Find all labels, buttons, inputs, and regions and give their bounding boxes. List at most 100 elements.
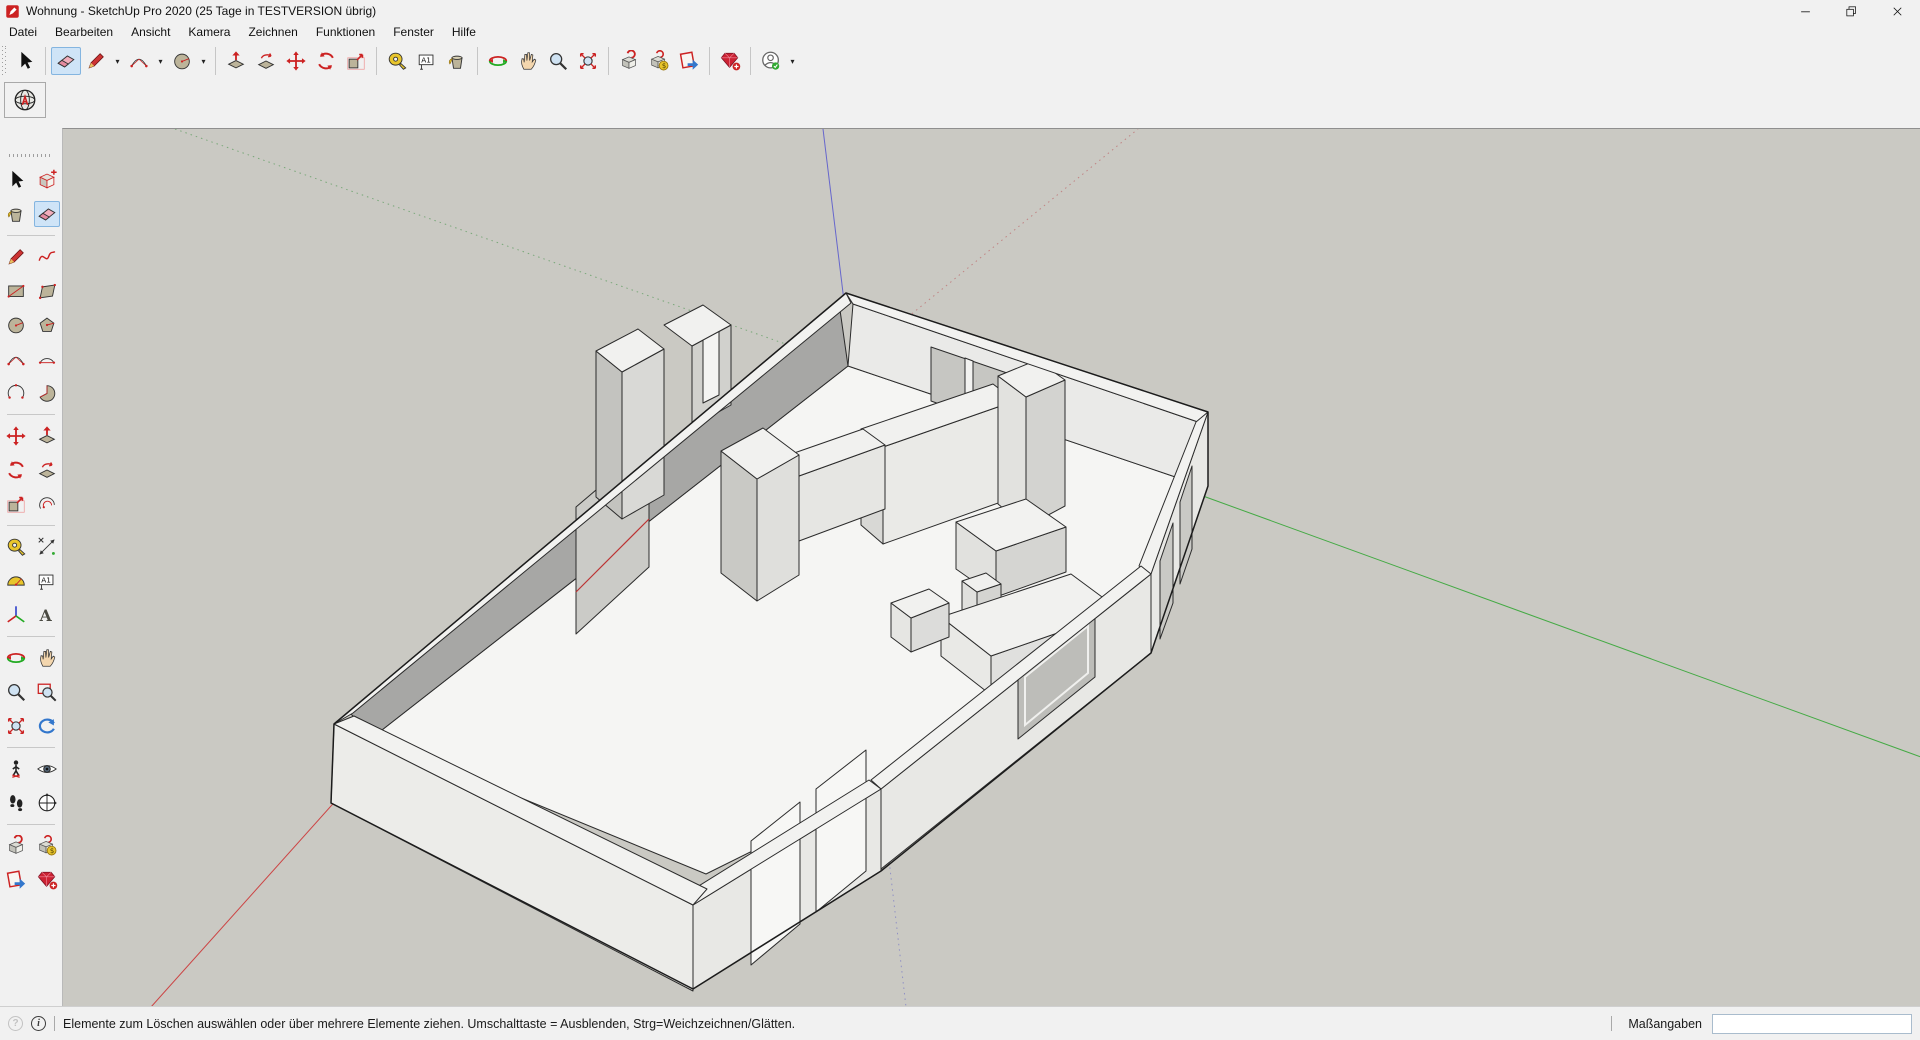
menu-hilfe[interactable]: Hilfe: [443, 23, 485, 41]
scale-button[interactable]: [341, 47, 371, 75]
tape-measure-icon: [386, 50, 408, 72]
zoom-window-button[interactable]: [34, 679, 60, 705]
arc-dropdown[interactable]: ▾: [154, 47, 167, 75]
3d-warehouse-button[interactable]: [3, 833, 29, 859]
share-model-button[interactable]: [644, 47, 674, 75]
toolbar-separator: [7, 414, 55, 415]
rotated-rectangle-button[interactable]: [34, 278, 60, 304]
walk-button[interactable]: [3, 790, 29, 816]
line-button[interactable]: [81, 47, 111, 75]
menu-datei[interactable]: Datei: [0, 23, 46, 41]
share-model-button[interactable]: [34, 833, 60, 859]
rotate-button[interactable]: [311, 47, 341, 75]
select-button[interactable]: [10, 47, 40, 75]
circle-dropdown[interactable]: ▾: [197, 47, 210, 75]
tape-measure-button[interactable]: [3, 534, 29, 560]
three-point-arc-button[interactable]: [3, 380, 29, 406]
zoom-button[interactable]: [543, 47, 573, 75]
freehand-button[interactable]: [34, 244, 60, 270]
tape-measure-button[interactable]: [382, 47, 412, 75]
menu-fenster[interactable]: Fenster: [384, 23, 443, 41]
toolbar-grip[interactable]: [2, 46, 6, 76]
circle-button[interactable]: [167, 47, 197, 75]
pan-button[interactable]: [513, 47, 543, 75]
orbit-button[interactable]: [483, 47, 513, 75]
model-viewport[interactable]: [62, 128, 1920, 1006]
toolbar-row: [0, 752, 62, 786]
move-button[interactable]: [281, 47, 311, 75]
text-button[interactable]: [412, 47, 442, 75]
3d-text-button[interactable]: [34, 602, 60, 628]
close-button[interactable]: [1874, 0, 1920, 22]
rotated-rectangle-icon: [36, 280, 58, 302]
zoom-window-icon: [36, 681, 58, 703]
line-button[interactable]: [3, 244, 29, 270]
line-dropdown[interactable]: ▾: [111, 47, 124, 75]
eraser-button[interactable]: [34, 201, 60, 227]
menu-ansicht[interactable]: Ansicht: [122, 23, 179, 41]
menu-bearbeiten[interactable]: Bearbeiten: [46, 23, 122, 41]
pie-button[interactable]: [34, 380, 60, 406]
section-plane-button[interactable]: [34, 790, 60, 816]
protractor-button[interactable]: [3, 568, 29, 594]
polygon-button[interactable]: [34, 312, 60, 338]
rotate-button[interactable]: [3, 457, 29, 483]
eraser-button[interactable]: [51, 47, 81, 75]
position-camera-icon: [5, 758, 27, 780]
push-pull-button[interactable]: [34, 423, 60, 449]
info-icon[interactable]: i: [31, 1016, 46, 1031]
orbit-button[interactable]: [3, 645, 29, 671]
look-around-button[interactable]: [34, 756, 60, 782]
move-button[interactable]: [3, 423, 29, 449]
menu-funktionen[interactable]: Funktionen: [307, 23, 384, 41]
previous-view-button[interactable]: [34, 713, 60, 739]
share-component-icon: [678, 50, 700, 72]
follow-me-button[interactable]: [34, 457, 60, 483]
extension-warehouse-button[interactable]: [715, 47, 745, 75]
push-pull-icon: [225, 50, 247, 72]
add-location-button[interactable]: [10, 86, 40, 114]
account-button[interactable]: [756, 47, 786, 75]
offset-button[interactable]: [34, 491, 60, 517]
restore-button[interactable]: [1828, 0, 1874, 22]
toolbar-row: [0, 863, 62, 897]
zoom-button[interactable]: [3, 679, 29, 705]
menu-zeichnen[interactable]: Zeichnen: [239, 23, 306, 41]
axes-button[interactable]: [3, 602, 29, 628]
share-component-button[interactable]: [674, 47, 704, 75]
measurements-input[interactable]: [1712, 1014, 1912, 1034]
position-camera-button[interactable]: [3, 756, 29, 782]
menu-bar: DateiBearbeitenAnsichtKameraZeichnenFunk…: [0, 22, 1920, 42]
select-button[interactable]: [3, 167, 29, 193]
push-pull-icon: [36, 425, 58, 447]
follow-me-button[interactable]: [251, 47, 281, 75]
scale-button[interactable]: [3, 491, 29, 517]
two-point-arc-button[interactable]: [34, 346, 60, 372]
pan-button[interactable]: [34, 645, 60, 671]
paint-bucket-button[interactable]: [3, 201, 29, 227]
make-component-button[interactable]: [34, 167, 60, 193]
text-button[interactable]: [34, 568, 60, 594]
toolbar-left-grip[interactable]: [9, 154, 53, 157]
arc-button[interactable]: [3, 346, 29, 372]
zoom-icon: [547, 50, 569, 72]
zoom-extents-button[interactable]: [573, 47, 603, 75]
zoom-extents-button[interactable]: [3, 713, 29, 739]
push-pull-button[interactable]: [221, 47, 251, 75]
circle-button[interactable]: [3, 312, 29, 338]
select-icon: [14, 50, 36, 72]
dimensions-button[interactable]: [34, 534, 60, 560]
arc-button[interactable]: [124, 47, 154, 75]
previous-view-icon: [36, 715, 58, 737]
extension-warehouse-button[interactable]: [34, 867, 60, 893]
rectangle-button[interactable]: [3, 278, 29, 304]
zoom-extents-icon: [577, 50, 599, 72]
status-bar: ? i Elemente zum Löschen auswählen oder …: [0, 1006, 1920, 1040]
share-component-button[interactable]: [3, 867, 29, 893]
minimize-button[interactable]: [1782, 0, 1828, 22]
account-dropdown[interactable]: ▾: [786, 47, 799, 75]
3d-warehouse-button[interactable]: [614, 47, 644, 75]
help-icon[interactable]: ?: [8, 1016, 23, 1031]
paint-bucket-button[interactable]: [442, 47, 472, 75]
menu-kamera[interactable]: Kamera: [179, 23, 239, 41]
